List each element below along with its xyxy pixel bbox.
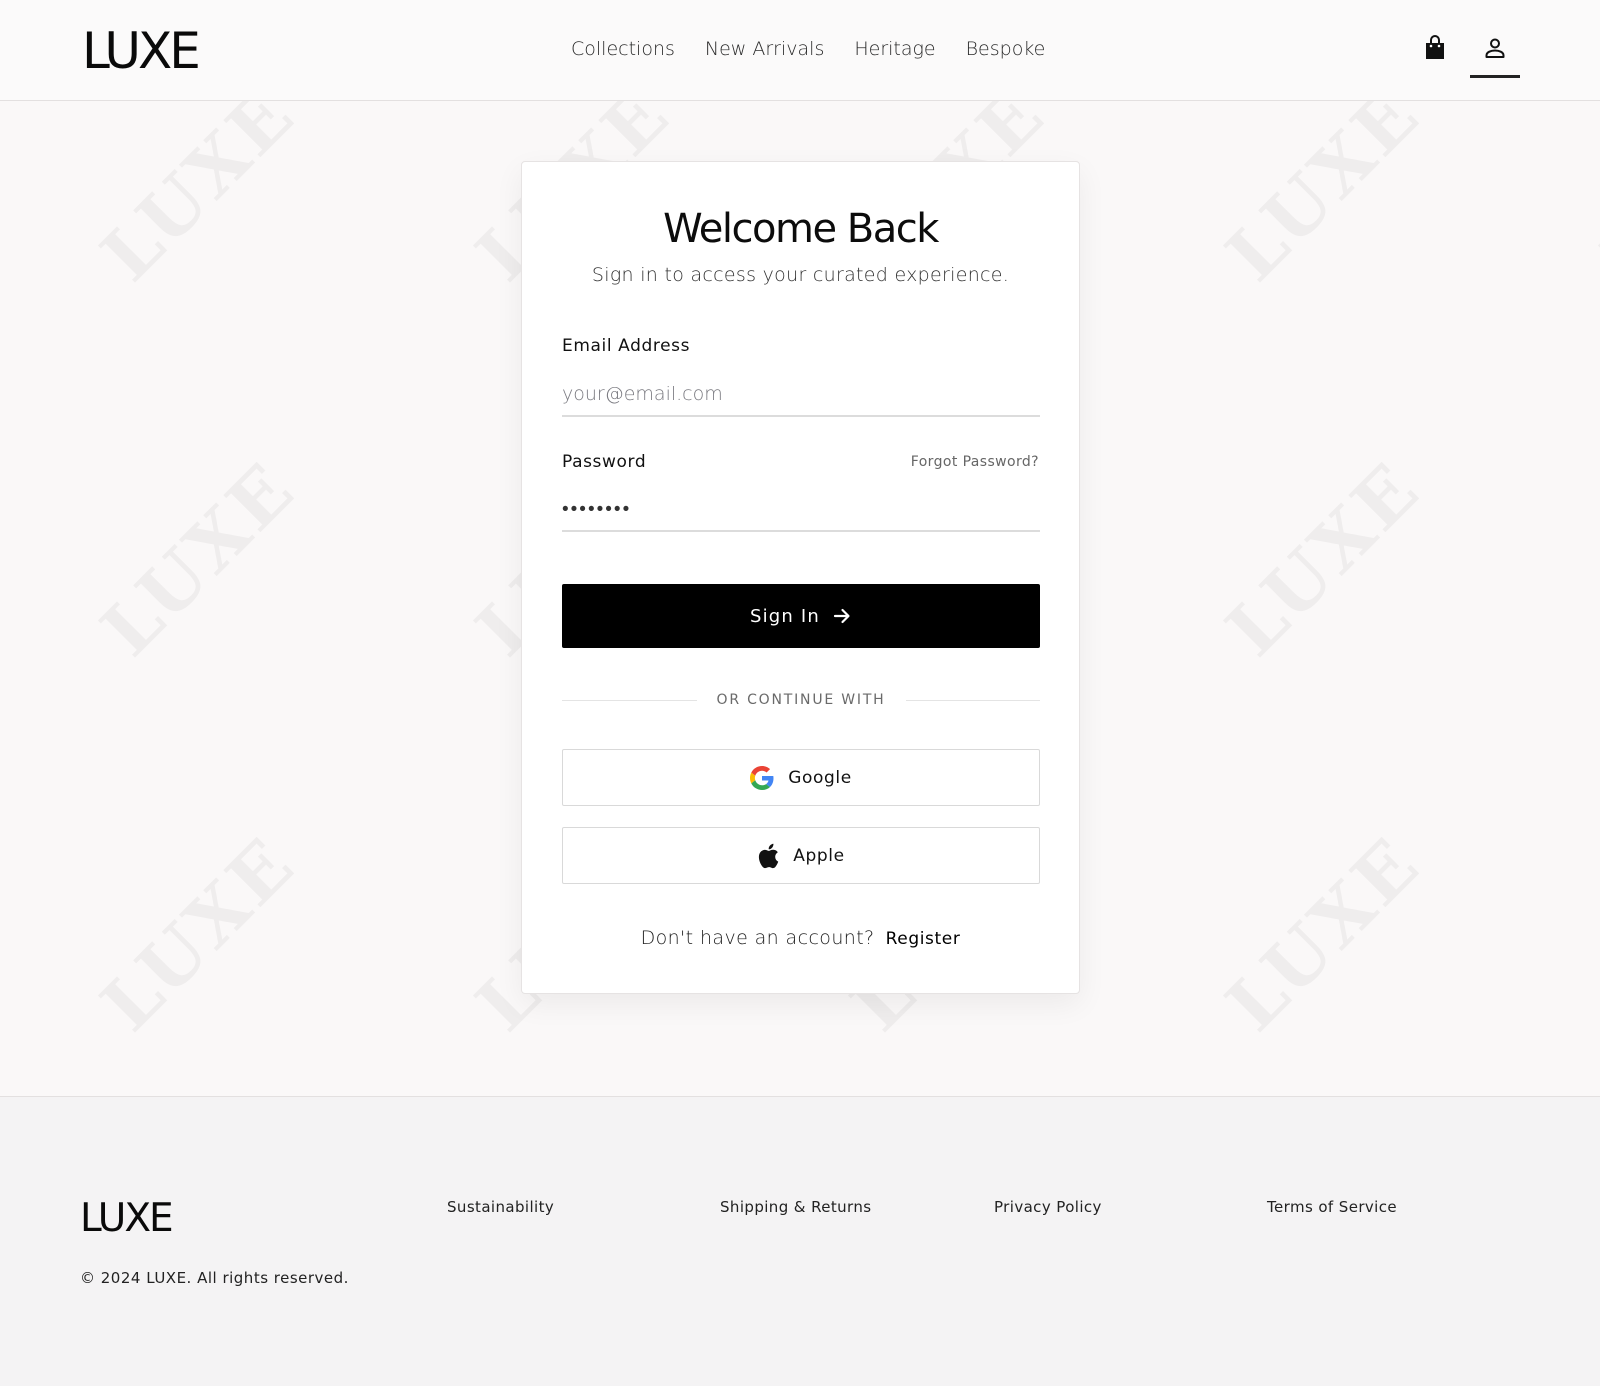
copyright-text: © 2024 LUXE. All rights reserved. <box>80 1269 349 1287</box>
nav-collections[interactable]: Collections <box>571 36 675 62</box>
apple-label: Apple <box>793 845 845 866</box>
sign-in-button[interactable]: Sign In <box>562 584 1040 648</box>
page-subtitle: Sign in to access your curated experienc… <box>591 264 1010 286</box>
watermark-text: LUXE <box>85 820 312 1047</box>
arrow-right-icon <box>833 608 850 624</box>
footer-link-shipping-returns[interactable]: Shipping & Returns <box>720 1198 871 1216</box>
watermark-text: LUXE <box>1210 820 1437 1047</box>
email-field[interactable] <box>562 373 1040 417</box>
password-field[interactable] <box>562 488 1040 532</box>
sign-in-label: Sign In <box>749 605 821 627</box>
forgot-password-link[interactable]: Forgot Password? <box>911 454 1039 470</box>
user-icon[interactable] <box>1477 30 1513 66</box>
divider-line <box>905 699 1041 701</box>
watermark-text: LUXE <box>1210 101 1437 297</box>
watermark-text: LUXE <box>1585 101 1600 297</box>
brand-logo[interactable]: LUXE <box>82 20 201 82</box>
google-signin-button[interactable]: Google <box>562 749 1040 806</box>
apple-signin-button[interactable]: Apple <box>562 827 1040 884</box>
shopping-bag-icon[interactable] <box>1417 30 1453 66</box>
footer-link-sustainability[interactable]: Sustainability <box>447 1198 554 1216</box>
password-label: Password <box>562 452 647 472</box>
active-account-indicator <box>1470 75 1520 78</box>
footer-link-terms[interactable]: Terms of Service <box>1267 1198 1397 1216</box>
footer-logo[interactable]: LUXE <box>80 1195 174 1243</box>
site-footer: LUXE © 2024 LUXE. All rights reserved. S… <box>0 1096 1600 1386</box>
divider-text: OR CONTINUE WITH <box>716 692 886 708</box>
apple-icon <box>759 843 779 868</box>
register-prompt: Don't have an account? Register <box>522 927 1079 949</box>
email-label: Email Address <box>562 336 691 356</box>
footer-link-privacy-policy[interactable]: Privacy Policy <box>994 1198 1102 1216</box>
divider-line <box>562 699 697 701</box>
watermark-text: LUXE <box>85 101 312 297</box>
nav-new-arrivals[interactable]: New Arrivals <box>705 36 824 62</box>
main-nav: Collections New Arrivals Heritage Bespok… <box>571 36 1045 62</box>
watermark-text: LUXE <box>85 445 312 672</box>
watermark-text: LUXE <box>1210 445 1437 672</box>
login-card: Welcome Back Sign in to access your cura… <box>521 161 1080 994</box>
register-link[interactable]: Register <box>886 929 961 949</box>
page-title: Welcome Back <box>663 206 939 252</box>
google-icon <box>750 765 774 790</box>
nav-heritage[interactable]: Heritage <box>854 36 935 62</box>
google-label: Google <box>788 767 852 788</box>
social-divider: OR CONTINUE WITH <box>562 690 1041 710</box>
site-header: LUXE Collections New Arrivals Heritage B… <box>0 0 1600 101</box>
register-question: Don't have an account? <box>640 927 875 949</box>
nav-bespoke[interactable]: Bespoke <box>966 36 1046 62</box>
